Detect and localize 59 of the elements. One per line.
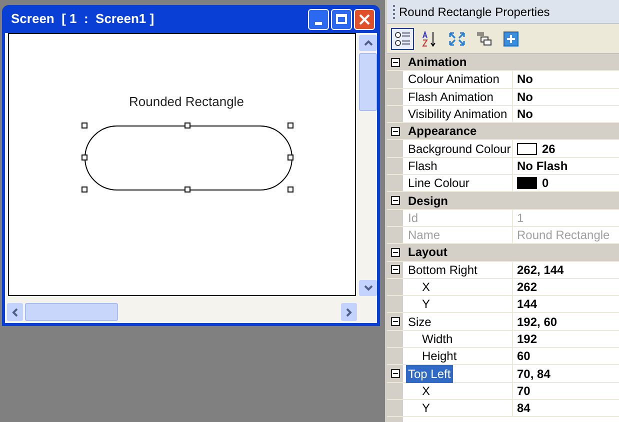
- collapse-icon[interactable]: [390, 368, 400, 378]
- property-value: No: [517, 71, 533, 88]
- property-value: 144: [517, 296, 538, 314]
- close-button[interactable]: [354, 8, 375, 30]
- window-title: Screen [ 1 : Screen1 ]: [11, 10, 156, 28]
- collapse-icon[interactable]: [390, 248, 400, 257]
- property-name[interactable]: Top Left: [406, 364, 453, 382]
- scroll-up-icon[interactable]: [364, 40, 373, 46]
- scroll-right-icon[interactable]: [346, 308, 352, 316]
- vertical-scrollbar[interactable]: [359, 35, 377, 296]
- shape-label: Rounded Rectangle: [129, 93, 244, 111]
- property-name[interactable]: X: [422, 278, 430, 296]
- category-label: Appearance: [407, 123, 477, 140]
- collapse-icon[interactable]: [390, 265, 400, 274]
- property-name[interactable]: Colour Animation: [406, 70, 502, 88]
- property-name[interactable]: Line Colour: [406, 174, 472, 192]
- property-value: 0: [542, 175, 549, 192]
- categorized-button[interactable]: [391, 28, 414, 50]
- collapse-icon[interactable]: [390, 317, 400, 326]
- maximize-button[interactable]: [331, 8, 352, 30]
- property-name[interactable]: Height: [422, 347, 457, 366]
- scroll-left-icon[interactable]: [12, 308, 18, 316]
- property-value: Round Rectangle: [517, 227, 610, 244]
- horizontal-scrollbar[interactable]: [7, 303, 357, 321]
- property-value: 26: [542, 140, 556, 158]
- property-value: 70: [517, 382, 530, 400]
- property-name[interactable]: X: [422, 382, 430, 400]
- collapse-icon[interactable]: [390, 58, 400, 67]
- property-name[interactable]: Visibility Animation: [406, 105, 510, 124]
- property-value: No: [517, 106, 533, 124]
- property-name[interactable]: Size: [406, 312, 434, 331]
- collapse-icon[interactable]: [390, 196, 400, 206]
- property-name[interactable]: Y: [422, 399, 430, 418]
- close-icon: [359, 14, 370, 24]
- property-value: No: [517, 88, 533, 106]
- property-name[interactable]: Y: [422, 295, 430, 314]
- property-value: 262: [517, 279, 538, 296]
- category-label: Layout: [407, 244, 448, 262]
- property-name[interactable]: Bottom Right: [406, 260, 480, 279]
- property-value: 1: [517, 210, 524, 227]
- property-value: 192: [517, 330, 538, 348]
- scroll-thumb[interactable]: [25, 303, 118, 321]
- minimize-button[interactable]: [308, 8, 329, 30]
- property-value: 60: [517, 348, 530, 366]
- property-value: 84: [517, 400, 530, 418]
- property-value: 192, 60: [517, 314, 558, 331]
- property-name[interactable]: Flash: [406, 156, 440, 175]
- category-label: Animation: [407, 54, 467, 72]
- collapse-icon[interactable]: [390, 126, 400, 136]
- category-label: Design: [407, 192, 448, 210]
- scroll-thumb[interactable]: [359, 53, 377, 111]
- property-value: 70, 84: [517, 366, 550, 382]
- property-name[interactable]: Width: [422, 330, 453, 348]
- panel-title: Round Rectangle Properties: [399, 4, 550, 20]
- property-value: No Flash: [517, 158, 568, 175]
- property-value: 262, 144: [517, 262, 564, 279]
- property-name[interactable]: Background Colour: [406, 140, 513, 158]
- scroll-down-icon[interactable]: [364, 285, 373, 291]
- property-name[interactable]: Flash Animation: [406, 88, 496, 106]
